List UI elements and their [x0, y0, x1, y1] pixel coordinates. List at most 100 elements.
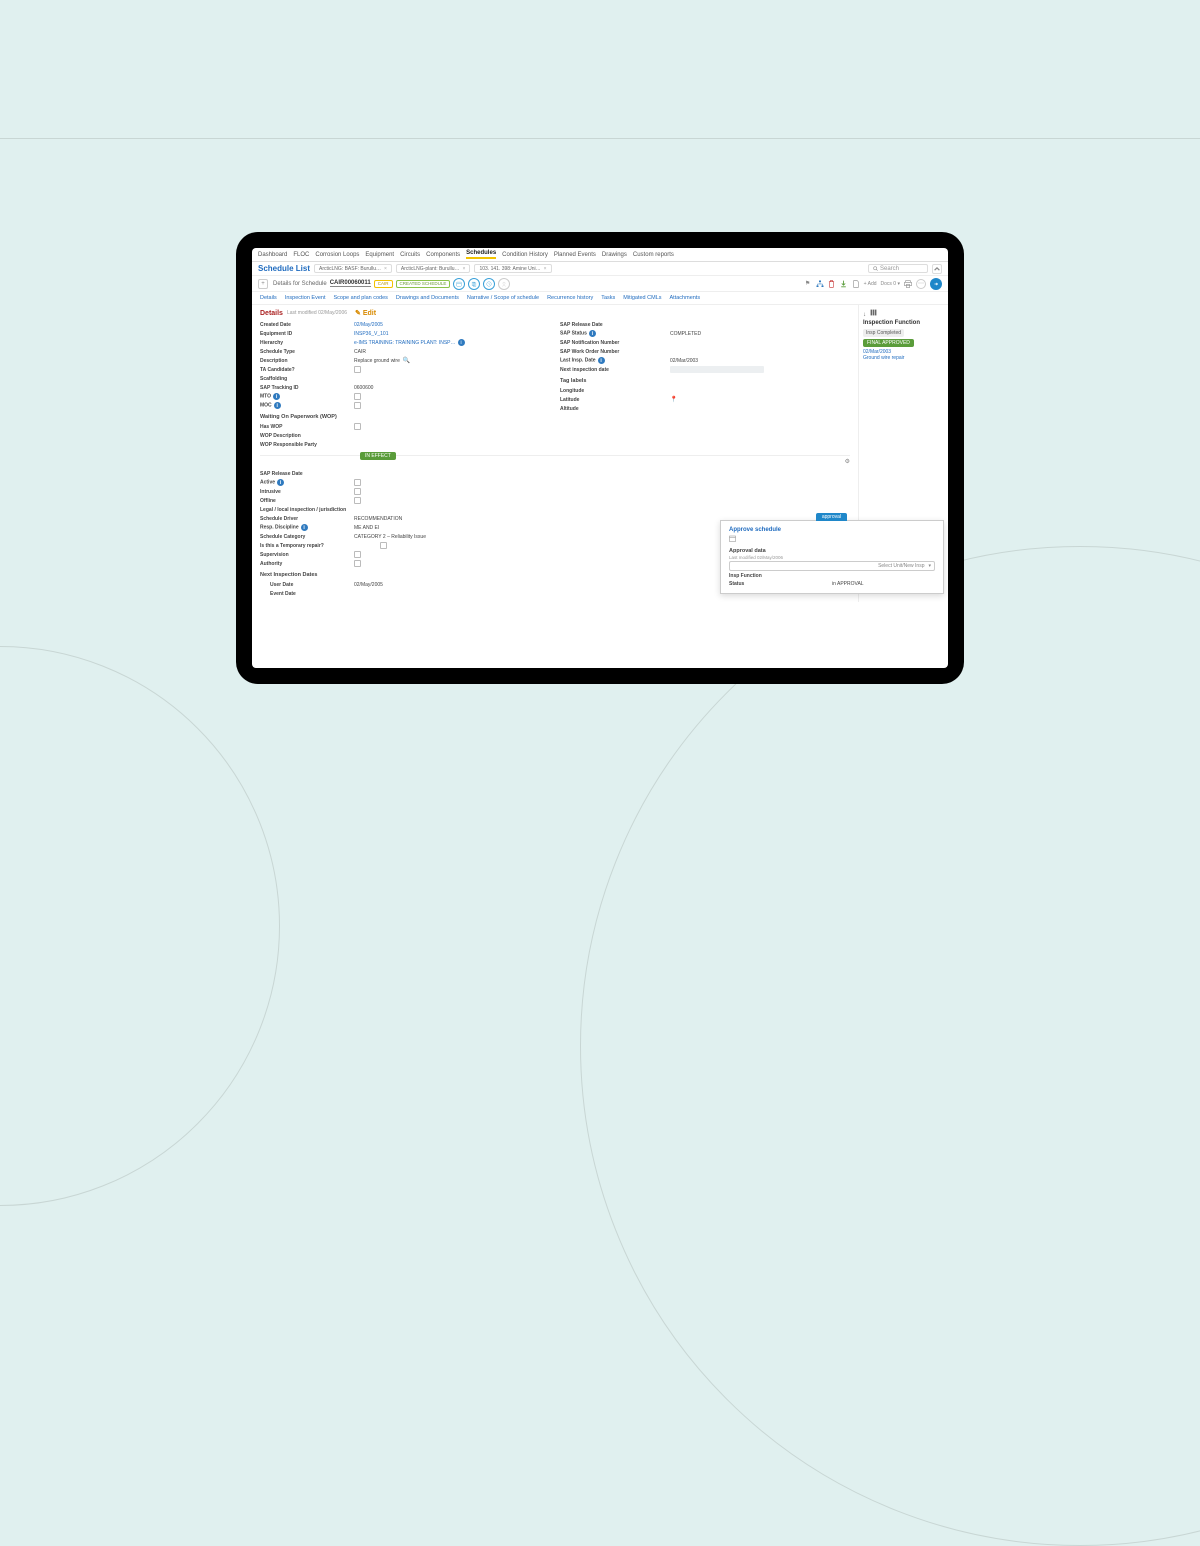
- delete-icon[interactable]: [828, 280, 836, 288]
- download-icon[interactable]: [840, 280, 848, 288]
- nav-planned-events[interactable]: Planned Events: [554, 252, 596, 258]
- calendar-icon[interactable]: [729, 535, 935, 544]
- tree-icon[interactable]: [816, 280, 824, 288]
- nav-floc[interactable]: FLOC: [293, 252, 309, 258]
- sub-tabs: Details Inspection Event Scope and plan …: [252, 292, 948, 305]
- info-icon[interactable]: i: [274, 402, 281, 409]
- approval-select[interactable]: Select Unit/New Insp ▾: [729, 561, 935, 571]
- checkbox[interactable]: [354, 497, 361, 504]
- toolbar-docs-label[interactable]: Docs 0 ▾: [881, 281, 900, 287]
- close-icon[interactable]: ×: [463, 266, 466, 272]
- in-effect-badge: IN EFFECT: [360, 452, 396, 460]
- approve-schedule-title: Approve schedule: [729, 527, 935, 533]
- subtab-attachments[interactable]: Attachments: [670, 295, 701, 301]
- subtab-mitigated-cmls[interactable]: Mitigated CMLs: [623, 295, 661, 301]
- nav-components[interactable]: Components: [426, 252, 460, 258]
- search-icon: [873, 266, 878, 271]
- copy-button[interactable]: [468, 278, 480, 290]
- arrow-down-icon[interactable]: ↓: [863, 312, 866, 318]
- details-for-label: Details for Schedule: [273, 281, 327, 287]
- insp-desc-link[interactable]: Ground wire repair: [863, 355, 904, 361]
- filter-icon[interactable]: [870, 312, 877, 318]
- info-icon[interactable]: i: [598, 357, 605, 364]
- history-button[interactable]: [483, 278, 495, 290]
- calendar-icon: [456, 281, 462, 287]
- more-button[interactable]: ⋯: [916, 279, 926, 289]
- subtab-details[interactable]: Details: [260, 295, 277, 301]
- details-title: Details Last modified 02/May/2006 ✎ Edit: [260, 309, 376, 317]
- page-title: Schedule List: [258, 264, 310, 273]
- breadcrumb-2[interactable]: ArcticLNG-plant: Burullu…×: [396, 264, 471, 273]
- checkbox[interactable]: [354, 423, 361, 430]
- checkbox[interactable]: [354, 551, 361, 558]
- approval-popup: approval Approve schedule Approval data …: [720, 520, 944, 594]
- edit-button[interactable]: ✎ Edit: [355, 309, 376, 317]
- details-left: Created Date02/May/2005 Equipment IDINSP…: [260, 320, 550, 449]
- title-bar: Schedule List ArcticLNG: BASF: Burullu…×…: [252, 262, 948, 276]
- next-button[interactable]: [930, 278, 942, 290]
- info-icon[interactable]: i: [273, 393, 280, 400]
- checkbox[interactable]: [354, 560, 361, 567]
- final-approved-badge: FINAL APPROVED: [863, 339, 914, 347]
- checkbox[interactable]: [354, 402, 361, 409]
- approval-tab[interactable]: approval: [816, 513, 847, 521]
- print-icon[interactable]: [904, 280, 912, 288]
- nav-condition-history[interactable]: Condition History: [502, 252, 548, 258]
- top-nav: Dashboard FLOC Corrosion Loops Equipment…: [252, 248, 948, 262]
- breadcrumb-1[interactable]: ArcticLNG: BASF: Burullu…×: [314, 264, 392, 273]
- add-schedule-button[interactable]: +: [258, 279, 268, 289]
- calendar-button[interactable]: [453, 278, 465, 290]
- next-inspection-input[interactable]: [670, 366, 764, 373]
- subtab-drawings[interactable]: Drawings and Documents: [396, 295, 459, 301]
- approval-data-title: Approval data: [729, 548, 935, 554]
- nav-custom-reports[interactable]: Custom reports: [633, 252, 674, 258]
- subtab-scope-plan[interactable]: Scope and plan codes: [333, 295, 387, 301]
- file-icon[interactable]: [852, 280, 860, 288]
- search-input[interactable]: Search: [868, 264, 928, 273]
- nav-circuits[interactable]: Circuits: [400, 252, 420, 258]
- approval-modified: Last modified 02/May/2006: [729, 555, 935, 560]
- checkbox[interactable]: [354, 366, 361, 373]
- tablet-frame: Dashboard FLOC Corrosion Loops Equipment…: [236, 232, 964, 684]
- section-divider: IN EFFECT ⚙: [260, 455, 850, 465]
- subtab-recurrence[interactable]: Recurrence history: [547, 295, 593, 301]
- nav-equipment[interactable]: Equipment: [365, 252, 394, 258]
- subtab-inspection-event[interactable]: Inspection Event: [285, 295, 326, 301]
- subtab-tasks[interactable]: Tasks: [601, 295, 615, 301]
- chevron-down-icon: ▾: [928, 563, 931, 569]
- breadcrumb-3[interactable]: 103. 141. 398: Amine Uni…×: [474, 264, 551, 273]
- user-icon: [501, 281, 507, 287]
- pin-icon[interactable]: 📍: [670, 396, 677, 403]
- checkbox[interactable]: [354, 393, 361, 400]
- collapse-button[interactable]: [932, 264, 942, 274]
- copy-icon: [471, 281, 477, 287]
- info-icon[interactable]: i: [277, 479, 284, 486]
- magnify-icon[interactable]: 🔍: [403, 357, 410, 364]
- schedule-header: + Details for Schedule CAIR00060011 CAIR…: [252, 276, 948, 292]
- checkbox[interactable]: [354, 479, 361, 486]
- checkbox[interactable]: [380, 542, 387, 549]
- chip-cair: CAIR: [374, 280, 393, 288]
- settings-icon[interactable]: ⚙: [845, 458, 850, 465]
- close-icon[interactable]: ×: [384, 266, 387, 272]
- chip-created: CREATED SCHEDULE: [396, 280, 451, 288]
- close-icon[interactable]: ×: [544, 266, 547, 272]
- history-icon: [486, 281, 492, 287]
- chevron-up-icon: [934, 266, 940, 272]
- info-icon[interactable]: i: [301, 524, 308, 531]
- app-screen: Dashboard FLOC Corrosion Loops Equipment…: [252, 248, 948, 668]
- info-icon[interactable]: i: [589, 330, 596, 337]
- toolbar-add-label[interactable]: + Add: [864, 281, 877, 287]
- flag-icon[interactable]: ⚑: [804, 280, 812, 288]
- schedule-id: CAIR00060011: [330, 280, 371, 287]
- nav-dashboard[interactable]: Dashboard: [258, 252, 287, 258]
- info-icon[interactable]: i: [458, 339, 465, 346]
- nav-drawings[interactable]: Drawings: [602, 252, 627, 258]
- user-button[interactable]: [498, 278, 510, 290]
- subtab-narrative[interactable]: Narrative / Scope of schedule: [467, 295, 539, 301]
- checkbox[interactable]: [354, 488, 361, 495]
- nav-schedules[interactable]: Schedules: [466, 250, 496, 259]
- nav-corrosion-loops[interactable]: Corrosion Loops: [315, 252, 359, 258]
- right-toolbar: ⚑ + Add Docs 0 ▾ ⋯: [804, 278, 942, 290]
- details-right: SAP Release Date SAP StatusiCOMPLETED SA…: [560, 320, 850, 449]
